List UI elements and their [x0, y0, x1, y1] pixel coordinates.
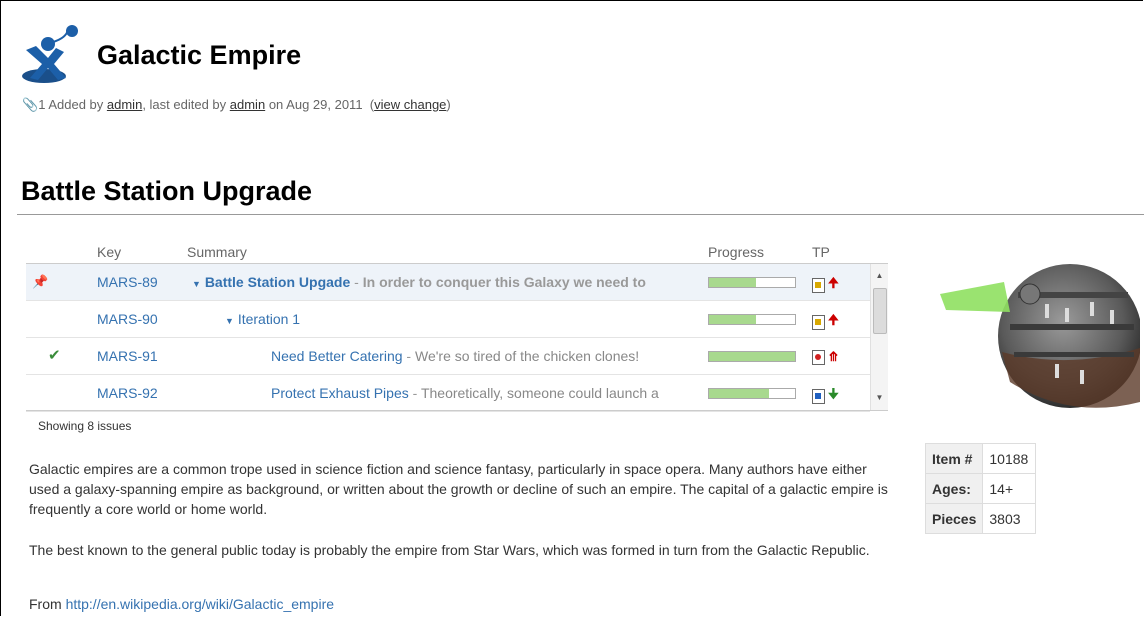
page-title: Galactic Empire	[97, 40, 302, 70]
issue-title-link[interactable]: Protect Exhaust Pipes	[271, 385, 409, 401]
info-value: 3803	[982, 503, 1037, 534]
issue-summary: ▼ Iteration 1	[225, 311, 685, 327]
tp-cell: ⤊	[812, 348, 839, 365]
progress-bar	[708, 314, 796, 325]
progress-fill	[709, 315, 757, 324]
table-row[interactable]: 📌 MARS-89 ▼ Battle Station Upgade - In o…	[26, 264, 870, 301]
issue-summary: Need Better Catering - We're so tired of…	[271, 348, 689, 364]
attachment-count[interactable]: 1	[38, 97, 45, 112]
added-by-label: Added by	[48, 97, 104, 112]
pin-icon: 📌	[32, 274, 49, 289]
paragraph: The best known to the general public tod…	[29, 542, 870, 558]
separator: -	[406, 348, 412, 364]
collapse-arrow-icon[interactable]: ▼	[225, 316, 234, 326]
priority-up-icon: 🠉	[828, 275, 839, 290]
info-label: Pieces	[924, 503, 984, 534]
resolved-check-icon: ✔	[48, 347, 61, 364]
task-gold-icon[interactable]	[812, 277, 825, 293]
section-divider	[17, 214, 1144, 215]
source-line: From http://en.wikipedia.org/wiki/Galact…	[29, 594, 899, 614]
progress-fill	[709, 278, 757, 287]
progress-fill	[709, 389, 770, 398]
issue-description: We're so tired of the chicken clones!	[414, 348, 640, 364]
column-header-summary[interactable]: Summary	[187, 244, 247, 260]
info-label: Ages:	[924, 473, 984, 504]
tp-cell: 🠋	[812, 385, 839, 407]
table-row[interactable]: ✔ MARS-91 Need Better Catering - We're s…	[26, 338, 870, 375]
issue-summary: ▼ Battle Station Upgade - In order to co…	[192, 274, 690, 290]
paren-close: )	[446, 97, 451, 112]
page-metadata: 📎1 Added by admin, last edited by admin …	[22, 97, 451, 113]
progress-bar	[708, 351, 796, 362]
info-value: 10188	[982, 443, 1037, 474]
issue-key-link[interactable]: MARS-92	[97, 385, 158, 401]
issue-key-link[interactable]: MARS-91	[97, 348, 158, 364]
separator: -	[412, 385, 418, 401]
info-row: Ages: 14+	[924, 473, 1037, 504]
task-arrow-icon[interactable]	[812, 388, 825, 404]
death-star-image	[940, 264, 1140, 408]
set-info-table: Item #10188 Ages: 14+ Pieces 3803	[924, 443, 1037, 534]
issue-summary: Protect Exhaust Pipes - Theoretically, s…	[271, 385, 691, 401]
info-value: 14+	[982, 473, 1037, 504]
progress-bar	[708, 388, 796, 399]
section-heading: Battle Station Upgrade	[21, 176, 313, 206]
info-row: Item #10188	[924, 443, 1037, 474]
edit-date: on Aug 29, 2011	[268, 97, 363, 112]
tp-cell: 🠉	[812, 274, 839, 296]
info-row: Pieces 3803	[924, 503, 1037, 534]
view-change-link[interactable]: view change	[374, 97, 446, 112]
author-link[interactable]: admin	[107, 97, 142, 112]
issues-table: 📌 MARS-89 ▼ Battle Station Upgade - In o…	[26, 263, 888, 412]
scroll-thumb[interactable]	[873, 288, 887, 334]
scroll-down-icon[interactable]: ▼	[871, 390, 888, 406]
confluence-logo	[22, 25, 78, 83]
issue-key-link[interactable]: MARS-90	[97, 311, 158, 327]
issue-title-link[interactable]: Battle Station Upgade	[205, 274, 350, 290]
priority-up-icon: 🠉	[828, 312, 839, 327]
separator: -	[354, 274, 359, 290]
table-row[interactable]: MARS-90 ▼ Iteration 1 🠉	[26, 301, 870, 338]
column-header-tp[interactable]: TP	[812, 244, 830, 260]
info-label: Item #	[924, 443, 984, 474]
progress-fill	[709, 352, 795, 361]
scroll-up-icon[interactable]: ▲	[871, 268, 888, 284]
issue-title-link[interactable]: Iteration 1	[238, 311, 300, 327]
priority-down-icon: 🠋	[828, 386, 839, 401]
progress-bar	[708, 277, 796, 288]
wikipedia-link[interactable]: http://en.wikipedia.org/wiki/Galactic_em…	[66, 596, 334, 612]
paperclip-icon[interactable]: 📎	[22, 97, 38, 112]
task-gold-icon[interactable]	[812, 314, 825, 330]
issue-key-link[interactable]: MARS-89	[97, 274, 158, 290]
column-header-key[interactable]: Key	[97, 244, 121, 260]
table-scrollbar[interactable]: ▲ ▼	[870, 264, 888, 410]
column-header-progress[interactable]: Progress	[708, 244, 764, 260]
issue-title-link[interactable]: Need Better Catering	[271, 348, 403, 364]
priority-highest-icon: ⤊	[828, 349, 839, 365]
collapse-arrow-icon[interactable]: ▼	[192, 279, 201, 289]
from-label: From	[29, 596, 62, 612]
table-row[interactable]: MARS-92 Protect Exhaust Pipes - Theoreti…	[26, 375, 870, 412]
issue-description: Theoretically, someone could launch a	[420, 385, 659, 401]
task-heart-icon[interactable]	[812, 349, 825, 365]
paragraph: Galactic empires are a common trope used…	[29, 461, 888, 517]
issue-count: Showing 8 issues	[38, 419, 132, 433]
tp-cell: 🠉	[812, 311, 839, 333]
editor-link[interactable]: admin	[230, 97, 265, 112]
edited-by-label: , last edited by	[142, 97, 227, 112]
issue-description: In order to conquer this Galaxy we need …	[362, 274, 646, 290]
